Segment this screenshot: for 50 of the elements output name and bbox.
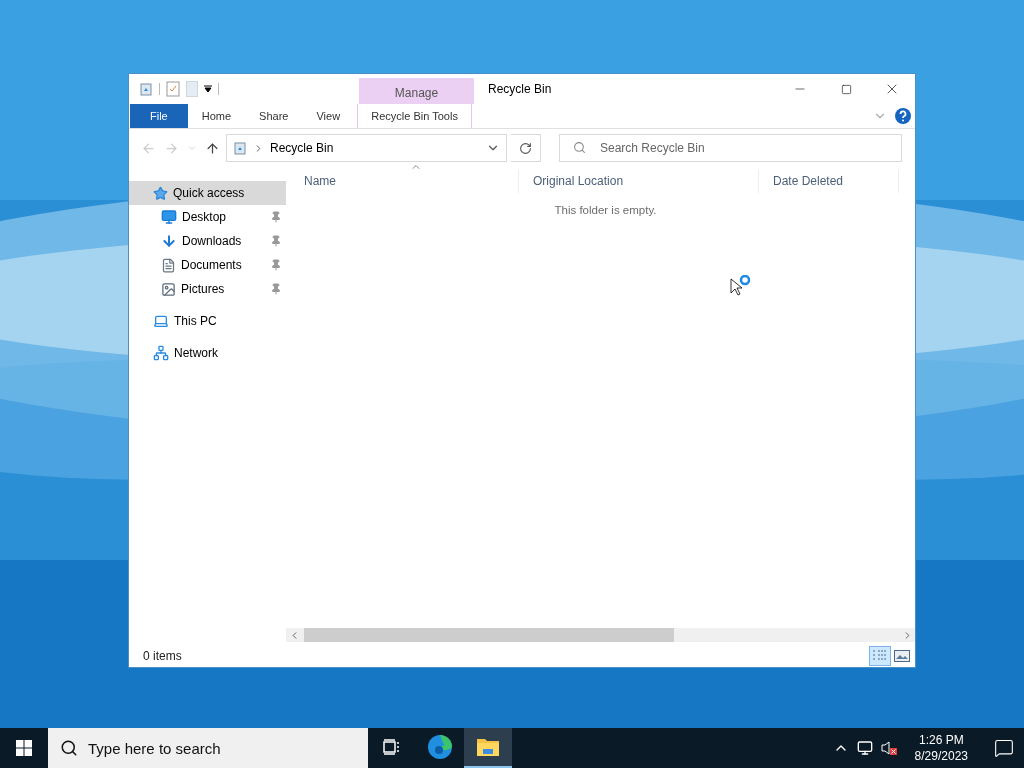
nav-item[interactable]: Downloads [129, 229, 286, 253]
picture-icon [161, 281, 176, 297]
ribbon-tab[interactable]: Recycle Bin Tools [357, 104, 473, 128]
refresh-button[interactable] [511, 134, 541, 162]
nav-item[interactable]: Quick access [129, 181, 286, 205]
document-icon [161, 257, 176, 273]
desktop-icon [161, 209, 177, 225]
ribbon-tab[interactable]: File [130, 104, 188, 128]
window-title: Recycle Bin [487, 81, 553, 98]
search-icon [60, 739, 78, 757]
refresh-icon [519, 141, 532, 155]
windows-logo-icon [16, 740, 32, 756]
forward-arrow-icon [164, 140, 179, 156]
network-status-icon[interactable] [856, 740, 873, 756]
customize-icon[interactable] [204, 85, 212, 93]
search-icon [573, 141, 586, 154]
horizontal-scrollbar[interactable] [286, 628, 915, 642]
maximize-icon [840, 83, 852, 95]
help-icon[interactable] [895, 108, 911, 124]
image-thumbnail-icon [894, 650, 910, 662]
recycle-bin-icon [233, 141, 247, 155]
column-header[interactable]: Name [290, 169, 519, 193]
star-icon [153, 185, 168, 201]
browser-icon [427, 734, 453, 760]
column-header[interactable]: Original Location [519, 169, 759, 193]
nav-item[interactable]: Network [129, 341, 286, 365]
nav-item[interactable]: Documents [129, 253, 286, 277]
nav-item[interactable]: Desktop [129, 205, 286, 229]
nav-item[interactable]: This PC [129, 309, 286, 333]
folder-icon [476, 737, 500, 757]
busy-cursor-icon [730, 275, 752, 297]
speech-bubble-icon [994, 738, 1014, 758]
computer-icon [153, 313, 169, 329]
taskbar-search-field[interactable]: Type here to search [48, 728, 368, 768]
empty-folder-message: This folder is empty. [553, 204, 658, 216]
search-field[interactable]: Search Recycle Bin [559, 134, 902, 162]
address-bar[interactable]: Recycle Bin [226, 134, 507, 162]
network-icon [153, 345, 169, 361]
chevron-down-icon [187, 143, 197, 153]
muted-speaker-icon[interactable] [880, 740, 899, 756]
recycle-bin-icon [139, 82, 153, 96]
item-count: 0 items [143, 649, 183, 663]
task-view-icon [383, 739, 401, 755]
column-header[interactable]: Date Deleted [759, 169, 899, 193]
clock[interactable]: 1:26 PM 8/29/2023 [914, 732, 968, 764]
context-tab-header: Manage [359, 78, 474, 104]
nav-item[interactable]: Pictures [129, 277, 286, 301]
download-icon [161, 233, 177, 249]
details-list-icon [872, 649, 888, 663]
taskbar-app-button[interactable] [464, 728, 512, 768]
